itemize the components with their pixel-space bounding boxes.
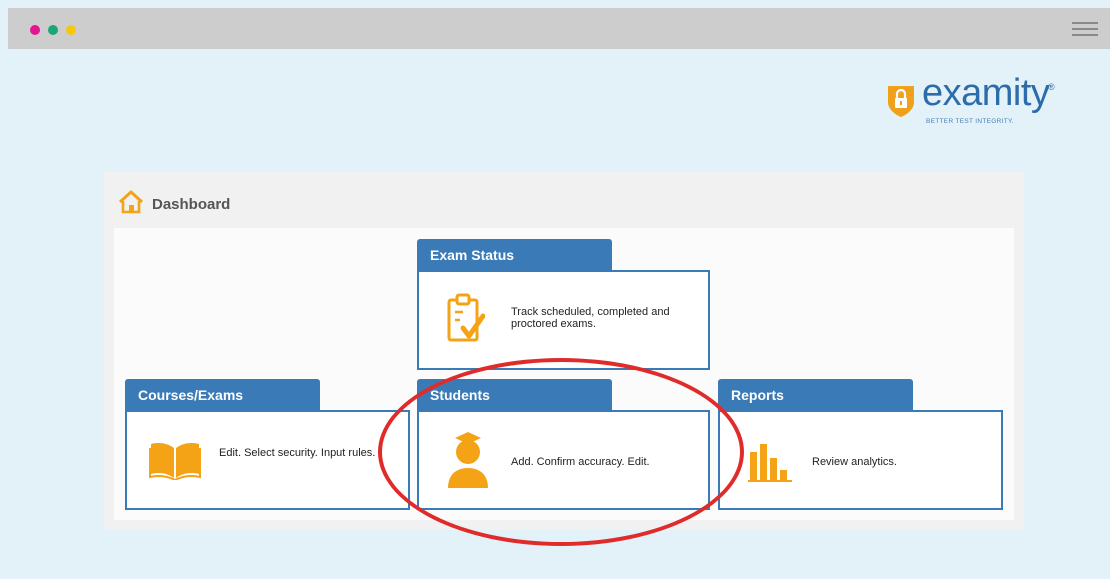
registered-mark: ® (1048, 82, 1055, 92)
examity-logo: examity ® BETTER TEST INTEGRITY. (886, 72, 1066, 138)
courses-exams-description: Edit. Select security. Input rules. (219, 447, 376, 459)
students-body[interactable]: Add. Confirm accuracy. Edit. (417, 410, 710, 510)
courses-exams-tab[interactable]: Courses/Exams (125, 379, 320, 410)
reports-body[interactable]: Review analytics. (718, 410, 1003, 510)
home-icon (118, 190, 144, 214)
hamburger-menu-icon[interactable] (1072, 22, 1098, 36)
reports-description: Review analytics. (812, 456, 897, 468)
dashboard-panel: Dashboard Exam Status Track scheduled, c… (104, 172, 1024, 530)
shield-lock-icon (888, 86, 914, 117)
brand-tagline: BETTER TEST INTEGRITY. (926, 118, 1014, 125)
exam-status-description: Track scheduled, completed and proctored… (511, 306, 670, 330)
window-top-bar (8, 8, 1110, 49)
brand-name: examity (922, 72, 1050, 114)
window-dot-green[interactable] (48, 25, 58, 35)
page-title: Dashboard (152, 196, 231, 213)
courses-exams-body[interactable]: Edit. Select security. Input rules. (125, 410, 410, 510)
dashboard-cards-area: Exam Status Track scheduled, completed a… (114, 228, 1014, 520)
exam-status-body[interactable]: Track scheduled, completed and proctored… (417, 270, 710, 370)
exam-status-tab[interactable]: Exam Status (417, 239, 612, 270)
students-description: Add. Confirm accuracy. Edit. (511, 456, 650, 468)
student-graduate-icon (448, 432, 488, 488)
window-dot-pink[interactable] (30, 25, 40, 35)
open-book-icon (149, 443, 201, 480)
reports-tab[interactable]: Reports (718, 379, 913, 410)
bar-chart-icon (748, 444, 792, 482)
window-dot-yellow[interactable] (66, 25, 76, 35)
clipboard-check-icon (447, 293, 485, 342)
students-tab[interactable]: Students (417, 379, 612, 410)
